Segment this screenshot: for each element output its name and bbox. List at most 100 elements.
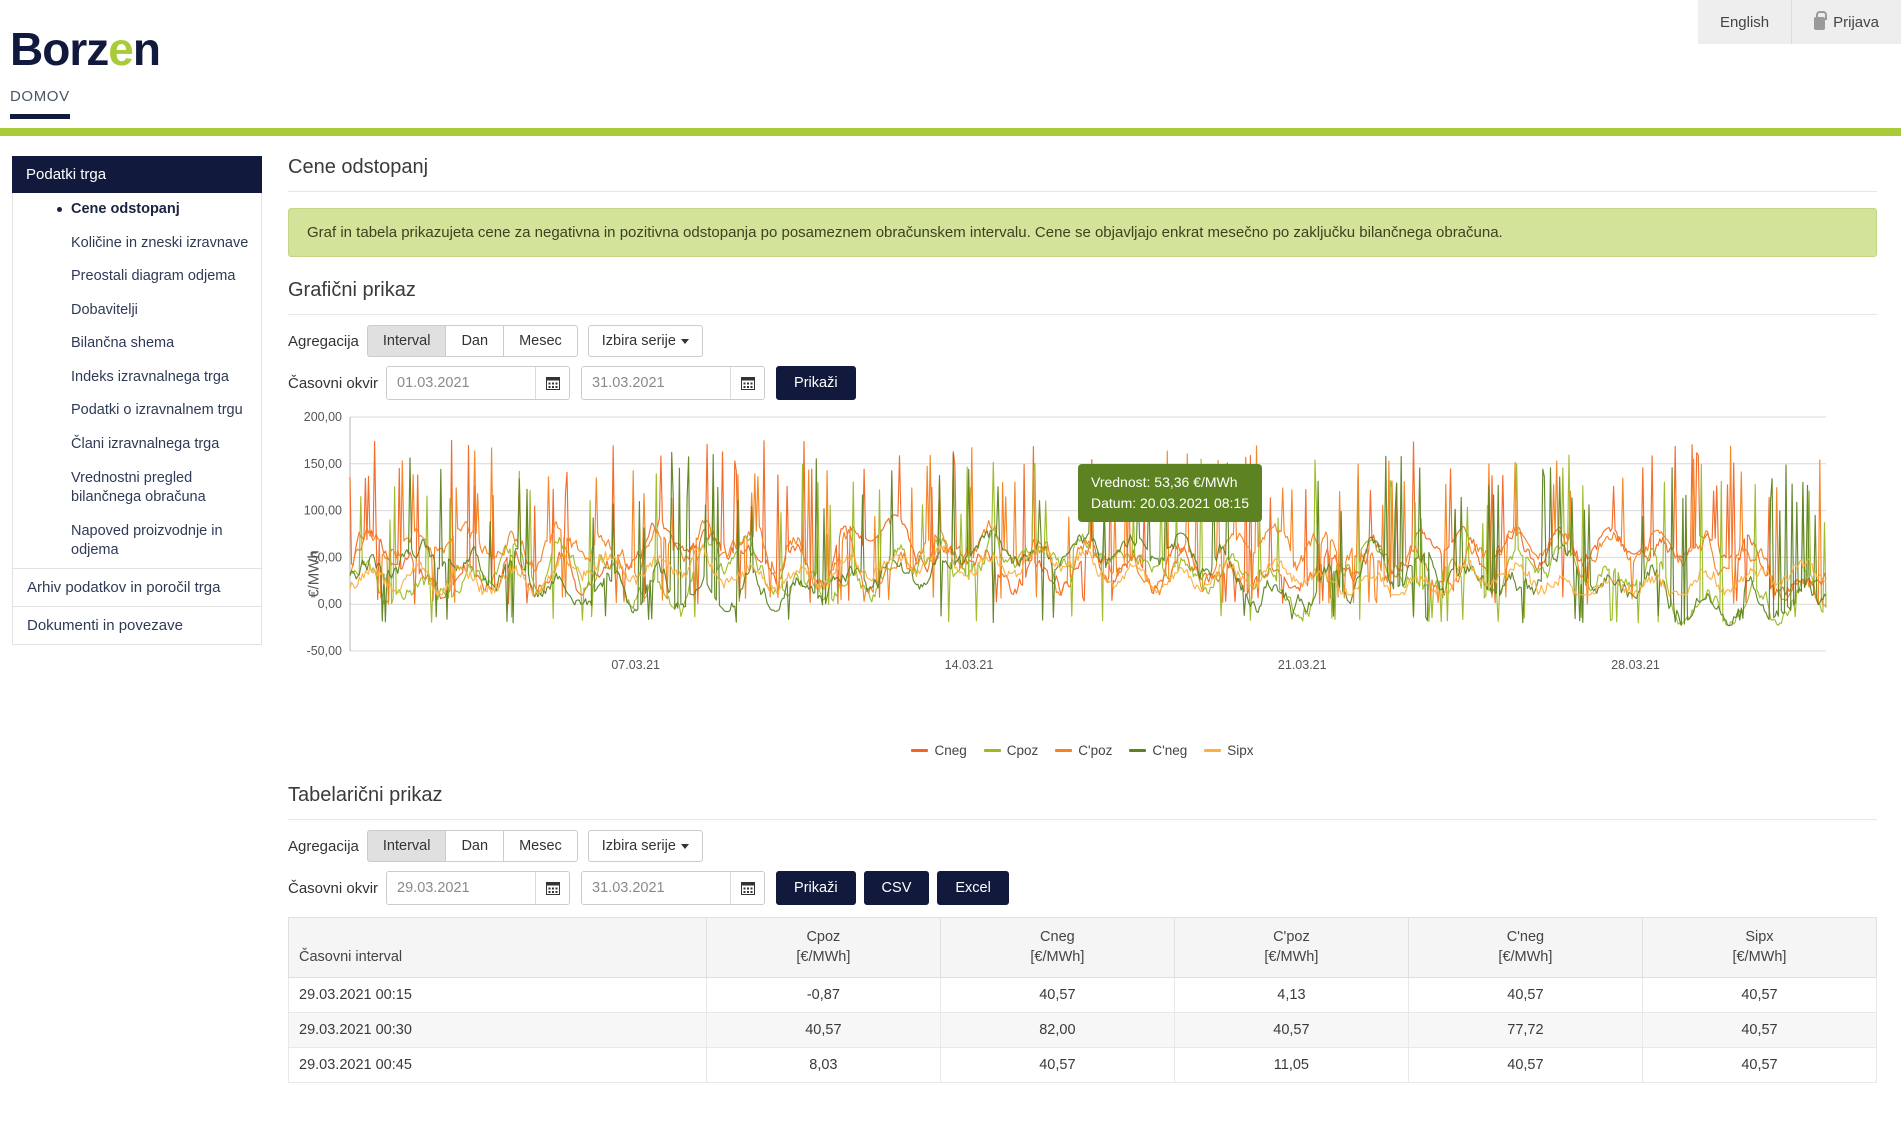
sidebar-item-1[interactable]: Količine in zneski izravnave (13, 227, 261, 261)
table-cell: 40,57 (1407, 976, 1643, 1013)
legend-item-Cneg[interactable]: Cneg (911, 743, 967, 758)
sidebar-item-9[interactable]: Napoved proizvodnje in odjema (13, 515, 261, 568)
language-switcher[interactable]: English (1698, 0, 1791, 44)
table-cell: -0,87 (705, 976, 941, 1013)
sidebar-group-podatki-trga[interactable]: Podatki trga (12, 156, 262, 193)
chart-date-from-calendar-button[interactable] (535, 367, 570, 399)
table-series-picker-dropdown[interactable]: Izbira serije (587, 830, 703, 862)
table-cell: 40,57 (705, 1011, 941, 1048)
table-header-unit: [€/MWh] (1030, 949, 1085, 966)
main-navigation: DOMOV (0, 88, 1901, 128)
sidebar-item-0[interactable]: Cene odstopanj (13, 193, 261, 227)
legend-label: Cpoz (1006, 743, 1039, 758)
sidebar-item-2[interactable]: Preostali diagram odjema (13, 260, 261, 294)
table-aggregation-row: Agregacija Interval Dan Mesec Izbira ser… (288, 830, 1877, 862)
table-excel-button[interactable]: Excel (937, 871, 1009, 905)
legend-swatch-icon (1204, 749, 1222, 752)
legend-label: C'neg (1152, 743, 1188, 758)
table-csv-button[interactable]: CSV (863, 871, 930, 905)
chart-agg-interval-button[interactable]: Interval (366, 325, 447, 357)
sidebar-item-5[interactable]: Indeks izravnalnega trga (13, 361, 261, 395)
table-cell: 29.03.2021 00:45 (288, 1046, 707, 1083)
sidebar-item-7[interactable]: Člani izravnalnega trga (13, 428, 261, 462)
table-timeframe-row: Časovni okvir Prikaži CSV Excel (288, 871, 1877, 905)
page-body: Podatki trga Cene odstopanj Količine in z… (0, 136, 1901, 1083)
legend-swatch-icon (1055, 749, 1073, 752)
nav-item-domov[interactable]: DOMOV (10, 88, 70, 119)
table-cell: 4,13 (1173, 976, 1409, 1013)
table-aggregation-buttons: Interval Dan Mesec (366, 830, 578, 862)
table-header-name: C'neg (1506, 929, 1545, 945)
table-timeframe-label: Časovni okvir (288, 879, 379, 897)
table-date-to-input[interactable] (582, 872, 731, 904)
legend-item-C'poz[interactable]: C'poz (1055, 743, 1112, 758)
calendar-icon (740, 377, 755, 390)
table-cell: 82,00 (939, 1011, 1175, 1048)
chart-timeframe-label: Časovni okvir (288, 374, 379, 392)
table-header-name: Cneg (1040, 929, 1075, 945)
logo-text-part1: Borz (10, 23, 109, 75)
table-agg-interval-button[interactable]: Interval (366, 830, 447, 862)
table-header-Cneg: Cneg [€/MWh] (939, 917, 1175, 978)
sidebar-sub-list: Cene odstopanj Količine in zneski izravna… (12, 193, 262, 569)
table-date-from-input[interactable] (387, 872, 536, 904)
table-head: Časovni interval Cpoz [€/MWh] Cneg [€/MWh] C'… (288, 917, 1878, 978)
chart-container[interactable]: €/MWh 200,00 150,00 100,00 50,00 0,00 -50,00 0… (288, 409, 1877, 739)
chart-series-picker-dropdown[interactable]: Izbira serije (587, 325, 703, 357)
table-cell: 29.03.2021 00:30 (288, 1011, 707, 1048)
sidebar-item-3[interactable]: Dobavitelji (13, 294, 261, 328)
sidebar-item-6[interactable]: Podatki o izravnalnem trgu (13, 394, 261, 428)
deviation-prices-chart[interactable]: 200,00150,00100,0050,000,00-50,0007.03.2… (288, 409, 1828, 709)
login-label: Prijava (1833, 13, 1879, 31)
legend-item-C'neg[interactable]: C'neg (1129, 743, 1187, 758)
chart-show-button[interactable]: Prikaži (776, 366, 856, 400)
legend-item-Sipx[interactable]: Sipx (1204, 743, 1254, 758)
table-show-button[interactable]: Prikaži (776, 871, 856, 905)
green-divider-bar (0, 128, 1901, 136)
table-header-unit: [€/MWh] (1264, 949, 1319, 966)
page-title: Cene odstopanj (288, 156, 1877, 192)
table-header-unit: [€/MWh] (796, 949, 851, 966)
login-button[interactable]: Prijava (1791, 0, 1901, 44)
table-date-to-calendar-button[interactable] (730, 872, 765, 904)
chart-agg-day-button[interactable]: Dan (445, 325, 505, 357)
chart-timeframe-row: Časovni okvir Prikaži (288, 366, 1877, 400)
table-header-Časovni interval: Časovni interval (288, 917, 707, 978)
chart-date-to-calendar-button[interactable] (730, 367, 765, 399)
table-section-title: Tabelarični prikaz (288, 784, 1877, 820)
chart-date-from-input[interactable] (387, 367, 536, 399)
table-agg-month-button[interactable]: Mesec (503, 830, 578, 862)
chart-aggregation-row: Agregacija Interval Dan Mesec Izbira ser… (288, 325, 1877, 357)
table-row: 29.03.2021 00:30 40,57 82,00 40,57 77,72 40,5… (288, 1011, 1878, 1048)
chart-section-title: Grafični prikaz (288, 279, 1877, 315)
sidebar-flat-item-1[interactable]: Dokumenti in povezave (12, 606, 262, 645)
sidebar-item-4[interactable]: Bilančna shema (13, 327, 261, 361)
legend-item-Cpoz[interactable]: Cpoz (983, 743, 1039, 758)
table-agg-day-button[interactable]: Dan (445, 830, 505, 862)
svg-text:0,00: 0,00 (318, 597, 342, 611)
table-row: 29.03.2021 00:45 8,03 40,57 11,05 40,57 40,57 (288, 1046, 1878, 1083)
chevron-down-icon (680, 338, 689, 344)
legend-swatch-icon (983, 749, 1001, 752)
calendar-icon (740, 882, 755, 895)
table-header-Cpoz: Cpoz [€/MWh] (705, 917, 941, 978)
calendar-icon (545, 377, 560, 390)
table-row: 29.03.2021 00:15 -0,87 40,57 4,13 40,57 40,57 (288, 976, 1878, 1013)
borzen-logo[interactable]: Borzen (10, 22, 161, 76)
chart-agg-month-button[interactable]: Mesec (503, 325, 578, 357)
chart-aggregation-label: Agregacija (288, 332, 359, 350)
svg-text:150,00: 150,00 (304, 457, 342, 471)
table-cell: 40,57 (1173, 1011, 1409, 1048)
legend-label: Cneg (934, 743, 967, 758)
chart-series-picker-label: Izbira serije (601, 333, 676, 349)
svg-text:07.03.21: 07.03.21 (611, 658, 660, 672)
calendar-icon (545, 882, 560, 895)
table-cell: 40,57 (1641, 1046, 1878, 1083)
table-date-from-calendar-button[interactable] (535, 872, 570, 904)
info-alert: Graf in tabela prikazujeta cene za negat… (288, 208, 1877, 257)
legend-label: C'poz (1078, 743, 1113, 758)
table-header-Sipx: Sipx [€/MWh] (1641, 917, 1878, 978)
sidebar-item-8[interactable]: Vrednostni pregled bilančnega obračuna (13, 462, 261, 515)
chart-date-to-input[interactable] (582, 367, 731, 399)
sidebar-flat-item-0[interactable]: Arhiv podatkov in poročil trga (12, 568, 262, 607)
